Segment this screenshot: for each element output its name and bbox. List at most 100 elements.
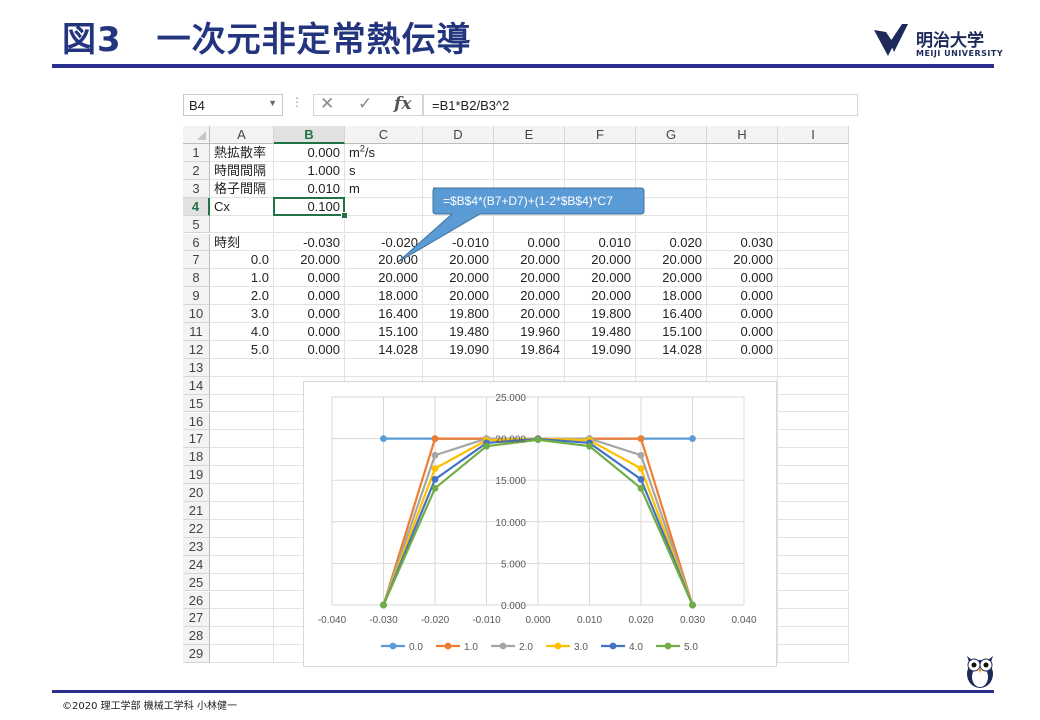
cell-f8[interactable]: 20.000 bbox=[565, 269, 636, 288]
cell-f1[interactable] bbox=[565, 144, 636, 162]
row-header[interactable]: 2 bbox=[183, 161, 210, 180]
row-header[interactable]: 22 bbox=[183, 519, 210, 538]
cell-b13[interactable] bbox=[274, 358, 345, 377]
cell-d9[interactable]: 20.000 bbox=[423, 287, 494, 306]
cell-i1[interactable] bbox=[778, 144, 849, 162]
cell-a17[interactable] bbox=[210, 430, 274, 449]
row-header[interactable]: 5 bbox=[183, 215, 210, 234]
cell-c8[interactable]: 20.000 bbox=[345, 269, 423, 288]
cell-f9[interactable]: 20.000 bbox=[565, 287, 636, 306]
cell-g9[interactable]: 18.000 bbox=[636, 287, 707, 306]
cell-e10[interactable]: 20.000 bbox=[494, 305, 565, 323]
cell-c2[interactable]: s bbox=[345, 161, 423, 180]
cell-h9[interactable]: 0.000 bbox=[707, 287, 778, 306]
row-header[interactable]: 9 bbox=[183, 287, 210, 306]
cell-i23[interactable] bbox=[778, 537, 849, 556]
cell-f5[interactable] bbox=[565, 215, 636, 234]
cell-b11[interactable]: 0.000 bbox=[274, 323, 345, 341]
column-header-b[interactable]: B bbox=[274, 126, 345, 144]
cell-g11[interactable]: 15.100 bbox=[636, 323, 707, 341]
row-header[interactable]: 18 bbox=[183, 448, 210, 467]
cell-a21[interactable] bbox=[210, 502, 274, 520]
row-header[interactable]: 15 bbox=[183, 394, 210, 413]
cell-a7[interactable]: 0.0 bbox=[210, 251, 274, 270]
fill-handle[interactable] bbox=[341, 211, 348, 219]
cancel-x-icon[interactable]: ✕ bbox=[320, 94, 334, 114]
cell-h11[interactable]: 0.000 bbox=[707, 323, 778, 341]
cell-g1[interactable] bbox=[636, 144, 707, 162]
cell-e9[interactable]: 20.000 bbox=[494, 287, 565, 306]
cell-i3[interactable] bbox=[778, 179, 849, 198]
cell-i10[interactable] bbox=[778, 305, 849, 323]
row-header[interactable]: 25 bbox=[183, 573, 210, 592]
fx-icon[interactable]: fx bbox=[394, 94, 411, 114]
cell-a26[interactable] bbox=[210, 591, 274, 610]
cell-h7[interactable]: 20.000 bbox=[707, 251, 778, 270]
cell-c13[interactable] bbox=[345, 358, 423, 377]
row-header[interactable]: 1 bbox=[183, 144, 210, 162]
cell-a9[interactable]: 2.0 bbox=[210, 287, 274, 306]
cell-b7[interactable]: 20.000 bbox=[274, 251, 345, 270]
row-header[interactable]: 29 bbox=[183, 645, 210, 664]
cell-a14[interactable] bbox=[210, 376, 274, 395]
cell-a24[interactable] bbox=[210, 555, 274, 574]
cell-i29[interactable] bbox=[778, 645, 849, 664]
cell-a15[interactable] bbox=[210, 394, 274, 413]
cell-a1[interactable]: 熱拡散率 bbox=[210, 144, 274, 162]
row-header[interactable]: 23 bbox=[183, 537, 210, 556]
cell-i13[interactable] bbox=[778, 358, 849, 377]
cell-c7[interactable]: 20.000 bbox=[345, 251, 423, 270]
temperature-chart[interactable]: 0.000 5.000 10.000 15.000 20.000 25.000 -0.040… bbox=[303, 381, 777, 667]
cell-h12[interactable]: 0.000 bbox=[707, 340, 778, 359]
column-header-h[interactable]: H bbox=[707, 126, 778, 144]
column-header-a[interactable]: A bbox=[210, 126, 274, 144]
cell-i25[interactable] bbox=[778, 573, 849, 592]
cell-i20[interactable] bbox=[778, 484, 849, 502]
cell-i11[interactable] bbox=[778, 323, 849, 341]
cell-b3[interactable]: 0.010 bbox=[274, 179, 345, 198]
formula-input[interactable]: =B1*B2/B3^2 bbox=[423, 94, 858, 116]
cell-e5[interactable] bbox=[494, 215, 565, 234]
cell-i26[interactable] bbox=[778, 591, 849, 610]
row-header[interactable]: 16 bbox=[183, 412, 210, 431]
cell-b1[interactable]: 0.000 bbox=[274, 144, 345, 162]
cell-d1[interactable] bbox=[423, 144, 494, 162]
cell-g3[interactable] bbox=[636, 179, 707, 198]
cell-a18[interactable] bbox=[210, 448, 274, 467]
row-header[interactable]: 14 bbox=[183, 376, 210, 395]
cell-f6[interactable]: 0.010 bbox=[565, 233, 636, 252]
cell-i5[interactable] bbox=[778, 215, 849, 234]
row-header[interactable]: 6 bbox=[183, 233, 210, 252]
cell-b6[interactable]: -0.030 bbox=[274, 233, 345, 252]
cell-i19[interactable] bbox=[778, 466, 849, 485]
cell-a6[interactable]: 時刻 bbox=[210, 233, 274, 252]
cell-i7[interactable] bbox=[778, 251, 849, 270]
cell-d12[interactable]: 19.090 bbox=[423, 340, 494, 359]
row-header[interactable]: 17 bbox=[183, 430, 210, 449]
name-box[interactable]: B4 ▼ bbox=[183, 94, 283, 116]
cell-e2[interactable] bbox=[494, 161, 565, 180]
cell-d5[interactable] bbox=[423, 215, 494, 234]
column-header-d[interactable]: D bbox=[423, 126, 494, 144]
cell-e8[interactable]: 20.000 bbox=[494, 269, 565, 288]
cell-f7[interactable]: 20.000 bbox=[565, 251, 636, 270]
cell-d2[interactable] bbox=[423, 161, 494, 180]
cell-i28[interactable] bbox=[778, 627, 849, 646]
column-header-f[interactable]: F bbox=[565, 126, 636, 144]
row-header[interactable]: 4 bbox=[183, 197, 210, 216]
column-header-g[interactable]: G bbox=[636, 126, 707, 144]
cell-a23[interactable] bbox=[210, 537, 274, 556]
row-header[interactable]: 26 bbox=[183, 591, 210, 610]
cell-f2[interactable] bbox=[565, 161, 636, 180]
cell-e7[interactable]: 20.000 bbox=[494, 251, 565, 270]
cell-i21[interactable] bbox=[778, 502, 849, 520]
cell-h1[interactable] bbox=[707, 144, 778, 162]
column-header-c[interactable]: C bbox=[345, 126, 423, 144]
cell-e13[interactable] bbox=[494, 358, 565, 377]
cell-c4[interactable] bbox=[345, 197, 423, 216]
cell-e11[interactable]: 19.960 bbox=[494, 323, 565, 341]
cell-a27[interactable] bbox=[210, 609, 274, 628]
cell-i14[interactable] bbox=[778, 376, 849, 395]
row-header[interactable]: 21 bbox=[183, 502, 210, 520]
row-header[interactable]: 28 bbox=[183, 627, 210, 646]
